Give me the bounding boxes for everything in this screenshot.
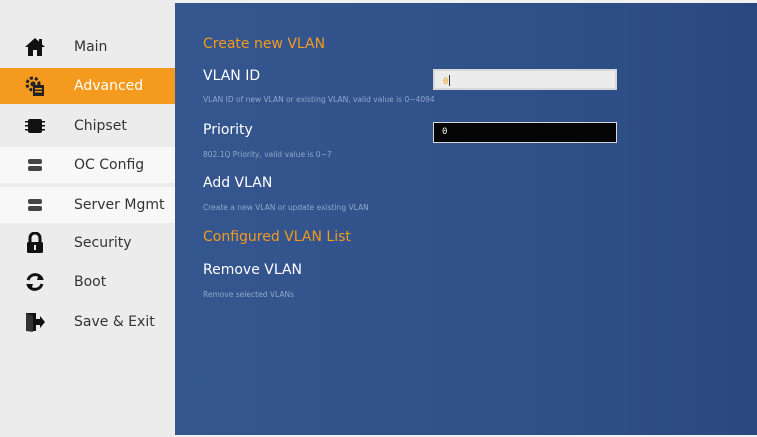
priority-help: 802.1Q Priority, valid value is 0~7 <box>203 150 332 159</box>
sidebar-item-server-mgmt[interactable]: Server Mgmt <box>0 187 175 223</box>
sidebar-item-main[interactable]: Main <box>0 29 175 65</box>
sidebar-item-security[interactable]: Security <box>0 225 175 261</box>
settings-panel: Create new VLAN VLAN ID 0 VLAN ID of new… <box>175 3 757 435</box>
priority-value: 0 <box>442 127 448 137</box>
sidebar-item-label: Boot <box>74 274 107 290</box>
sidebar-item-oc-config[interactable]: OC Config <box>0 147 175 183</box>
vlan-id-help: VLAN ID of new VLAN or existing VLAN, va… <box>203 95 435 104</box>
remove-vlan-help: Remove selected VLANs <box>203 290 294 299</box>
sidebar-item-label: Security <box>74 235 132 251</box>
sidebar-item-label: Chipset <box>74 118 127 134</box>
sidebar-item-label: Save & Exit <box>74 314 155 330</box>
sidebar-item-advanced[interactable]: Advanced <box>0 68 175 104</box>
sidebar-item-label: Main <box>74 39 108 55</box>
lock-icon <box>23 231 47 255</box>
add-vlan-button[interactable]: Add VLAN <box>203 175 272 191</box>
home-icon <box>23 35 47 59</box>
sidebar-item-chipset[interactable]: Chipset <box>0 108 175 144</box>
sidebar-nav: Main Advanced Chipset OC Config Server M… <box>0 0 175 437</box>
sidebar-item-label: Advanced <box>74 78 144 94</box>
chip-icon <box>23 114 47 138</box>
priority-input[interactable]: 0 <box>433 122 617 143</box>
priority-label[interactable]: Priority <box>203 122 253 138</box>
exit-icon <box>23 310 47 334</box>
configured-vlan-heading: Configured VLAN List <box>203 229 351 245</box>
refresh-icon <box>23 270 47 294</box>
storage-icon <box>23 153 47 177</box>
vlan-id-value: 0 <box>443 77 449 87</box>
remove-vlan-button[interactable]: Remove VLAN <box>203 262 302 278</box>
vlan-id-input[interactable]: 0 <box>433 69 617 90</box>
sidebar-item-label: Server Mgmt <box>74 197 165 213</box>
sidebar-item-boot[interactable]: Boot <box>0 264 175 300</box>
advanced-icon <box>23 74 47 98</box>
add-vlan-help: Create a new VLAN or update existing VLA… <box>203 203 369 212</box>
server-icon <box>23 193 47 217</box>
sidebar-item-label: OC Config <box>74 157 145 173</box>
vlan-id-label[interactable]: VLAN ID <box>203 68 260 84</box>
sidebar-item-save-exit[interactable]: Save & Exit <box>0 304 175 340</box>
bios-window: Main Advanced Chipset OC Config Server M… <box>0 0 757 437</box>
create-vlan-heading: Create new VLAN <box>203 36 326 52</box>
text-cursor <box>449 75 451 86</box>
